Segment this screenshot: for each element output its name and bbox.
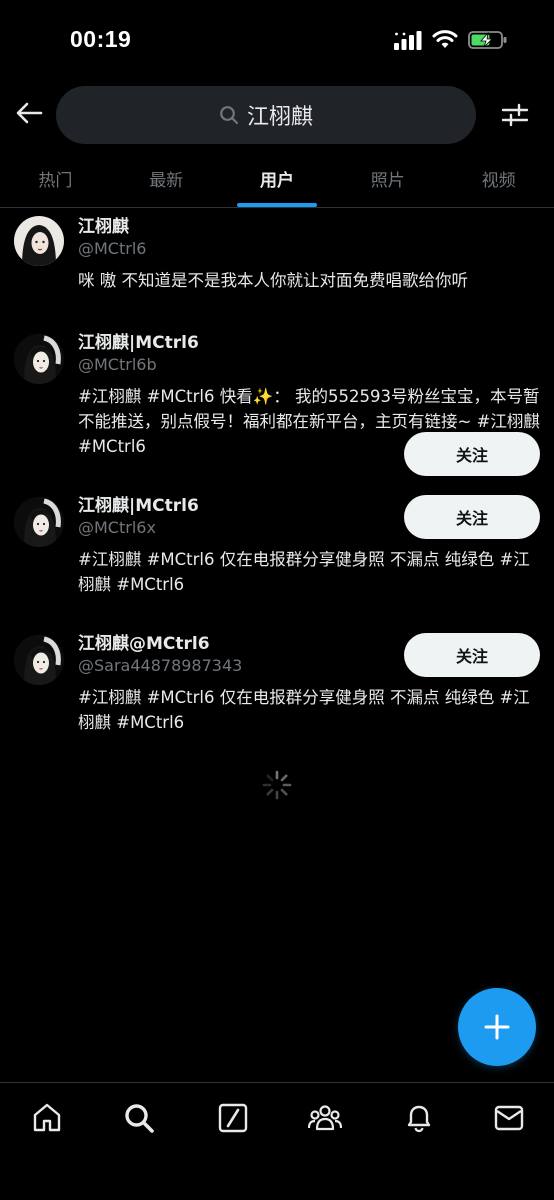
- tab-top[interactable]: 热门: [0, 150, 111, 207]
- active-tab-indicator: [236, 203, 317, 207]
- user-display-name: 江栩麒|MCtrl6: [78, 333, 199, 353]
- compose-button[interactable]: [458, 988, 536, 1066]
- tab-label: 照片: [370, 171, 405, 191]
- user-bio: #江栩麒 #MCtrl6 仅在电报群分享健身照 不漏点 纯绿色 #江栩麒 #MC…: [78, 688, 530, 732]
- tab-latest[interactable]: 最新: [111, 150, 222, 207]
- bell-icon: [407, 1105, 431, 1133]
- user-result-item[interactable]: 江栩麒|MCtrl6 @MCtrl6b #江栩麒 #MCtrl6 快看✨： 我的…: [0, 312, 554, 476]
- user-handle: @MCtrl6: [78, 239, 147, 258]
- search-tabs: 热门 最新 用户 照片 视频: [0, 150, 554, 208]
- filter-button[interactable]: [498, 98, 532, 132]
- nav-communities[interactable]: [308, 1101, 342, 1135]
- tab-label: 热门: [38, 171, 73, 191]
- battery-charging-icon: [468, 31, 507, 49]
- user-display-name: 江栩麒: [78, 217, 129, 237]
- search-input[interactable]: 江栩麒: [56, 86, 476, 144]
- communities-icon: [308, 1105, 342, 1131]
- mail-icon: [494, 1105, 524, 1131]
- loading-spinner-icon: [262, 770, 292, 800]
- home-icon: [33, 1103, 61, 1132]
- follow-button[interactable]: 关注: [404, 495, 540, 539]
- avatar[interactable]: [14, 216, 64, 266]
- avatar[interactable]: [14, 334, 64, 384]
- nav-notifications[interactable]: [402, 1101, 436, 1135]
- tab-label: 用户: [259, 171, 294, 191]
- plus-icon: [484, 1014, 510, 1040]
- search-header: 江栩麒: [0, 84, 554, 146]
- user-bio: 咪 嗷 不知道是不是我本人你就让对面免费唱歌给你听: [78, 271, 468, 290]
- nav-grok[interactable]: [216, 1101, 250, 1135]
- avatar[interactable]: [14, 635, 64, 685]
- user-bio: #江栩麒 #MCtrl6 仅在电报群分享健身照 不漏点 纯绿色 #江栩麒 #MC…: [78, 550, 530, 594]
- tab-label: 视频: [481, 171, 516, 191]
- status-bar: 00:19: [0, 0, 554, 84]
- user-result-item[interactable]: 江栩麒|MCtrl6 @MCtrl6x #江栩麒 #MCtrl6 仅在电报群分享…: [0, 475, 554, 613]
- user-results-list: 江栩麒 @MCtrl6 咪 嗷 不知道是不是我本人你就让对面免费唱歌给你听 江栩…: [0, 208, 554, 751]
- tab-label: 最新: [149, 171, 184, 191]
- tab-people[interactable]: 用户: [222, 150, 333, 207]
- nav-search[interactable]: [122, 1101, 156, 1135]
- search-query: 江栩麒: [246, 105, 313, 130]
- bottom-nav: [0, 1082, 554, 1200]
- search-icon: [220, 106, 239, 125]
- arrow-left-icon: [16, 102, 43, 124]
- user-result-item[interactable]: 江栩麒 @MCtrl6 咪 嗷 不知道是不是我本人你就让对面免费唱歌给你听: [0, 208, 554, 312]
- follow-button[interactable]: 关注: [404, 633, 540, 677]
- status-time: 00:19: [70, 26, 132, 52]
- sliders-icon: [501, 103, 529, 127]
- cellular-signal-icon: [394, 31, 422, 50]
- status-icons: [394, 30, 508, 50]
- user-handle: @MCtrl6b: [78, 355, 157, 374]
- tab-photos[interactable]: 照片: [332, 150, 443, 207]
- nav-home[interactable]: [30, 1101, 64, 1135]
- user-result-item[interactable]: 江栩麒@MCtrl6 @Sara44878987343 #江栩麒 #MCtrl6…: [0, 613, 554, 751]
- nav-messages[interactable]: [492, 1101, 526, 1135]
- wifi-icon: [432, 30, 458, 48]
- follow-button[interactable]: 关注: [404, 432, 540, 476]
- back-button[interactable]: [12, 96, 46, 130]
- avatar[interactable]: [14, 497, 64, 547]
- search-icon: [125, 1104, 154, 1133]
- tab-videos[interactable]: 视频: [443, 150, 554, 207]
- grok-icon: [218, 1103, 248, 1133]
